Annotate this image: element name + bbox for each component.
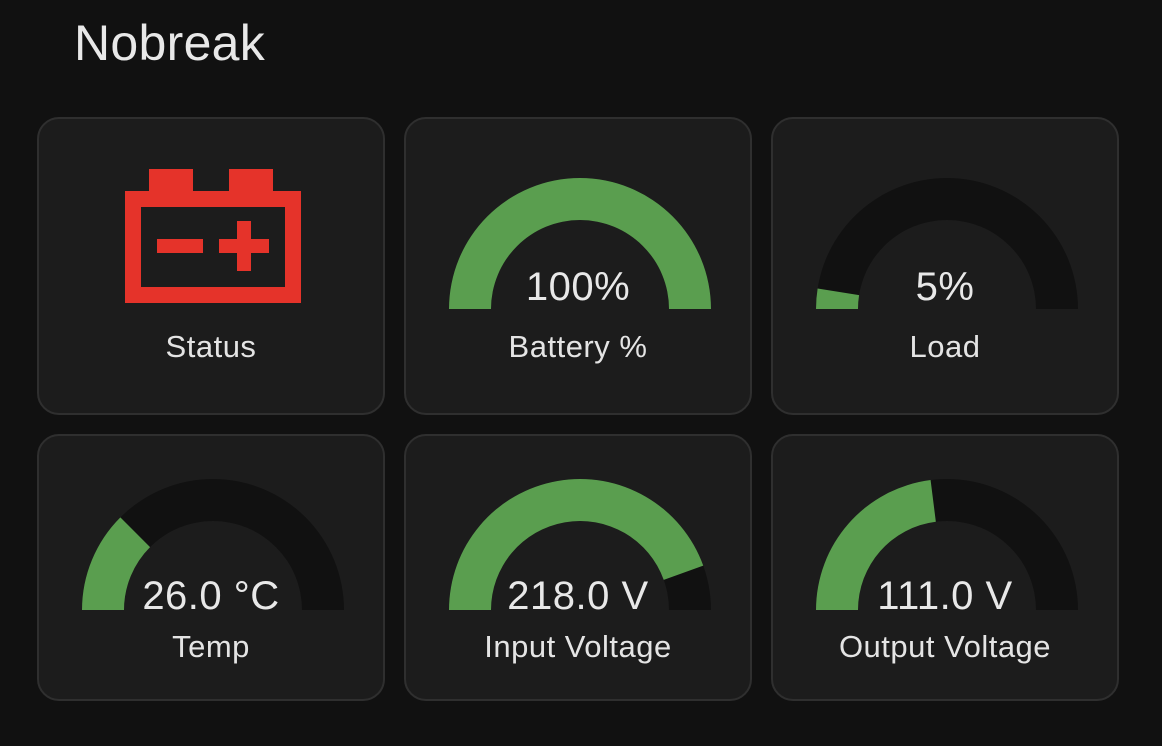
status-card[interactable]: Status <box>37 117 385 415</box>
input-voltage-card[interactable]: 218.0 V Input Voltage <box>404 434 752 701</box>
temp-label: Temp <box>172 629 250 664</box>
battery-value: 100% <box>525 265 631 309</box>
input-voltage-label: Input Voltage <box>484 629 672 664</box>
dashboard-page: Nobreak Status 100% Battery % 5% Load 26… <box>0 0 1162 746</box>
battery-alert-icon <box>125 169 301 303</box>
input-voltage-value: 218.0 V <box>507 574 649 618</box>
load-card[interactable]: 5% Load <box>771 117 1119 415</box>
output-voltage-label: Output Voltage <box>838 629 1052 664</box>
load-value: 5% <box>915 265 975 309</box>
output-voltage-card[interactable]: 111.0 V Output Voltage <box>771 434 1119 701</box>
battery-label: Battery % <box>508 329 648 364</box>
temp-card[interactable]: 26.0 °C Temp <box>37 434 385 701</box>
temp-value: 26.0 °C <box>142 574 280 618</box>
status-label: Status <box>165 329 257 364</box>
output-voltage-value: 111.0 V <box>877 574 1013 618</box>
battery-card[interactable]: 100% Battery % <box>404 117 752 415</box>
load-label: Load <box>909 329 981 364</box>
page-title: Nobreak <box>74 15 266 71</box>
